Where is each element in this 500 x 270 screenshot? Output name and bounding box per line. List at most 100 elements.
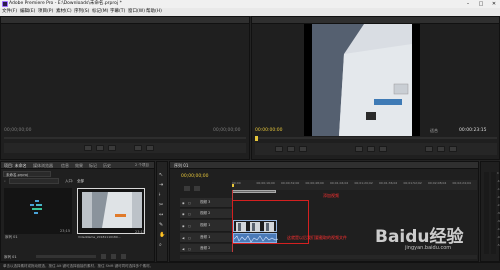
menu-sequence[interactable]: 序列(S) (73, 8, 90, 16)
program-scrub-bar[interactable] (255, 137, 497, 139)
menu-project[interactable]: 项目(P) (37, 8, 54, 16)
lock-icon[interactable]: ▢ (188, 212, 191, 216)
program-export-frame-button[interactable] (449, 146, 457, 152)
slip-tool-icon[interactable]: ↔ (159, 212, 166, 218)
menu-file[interactable]: 文件(F) (1, 8, 18, 16)
search-icon[interactable]: ⌕ (4, 179, 6, 183)
tab-project[interactable]: 项目: 未命名 (2, 163, 29, 169)
menu-marker[interactable]: 标记(M) (91, 8, 109, 16)
ripple-edit-tool-icon[interactable]: ⟊ (159, 192, 166, 198)
source-insert-button[interactable] (134, 145, 142, 151)
lock-icon[interactable]: ▢ (188, 247, 191, 251)
program-step-forward-button[interactable] (379, 146, 387, 152)
minimize-button[interactable]: – (462, 0, 474, 8)
sequence-icon (30, 200, 42, 214)
in-label: 入口: (65, 179, 74, 183)
sequence-duration: 23;15 (60, 229, 71, 233)
zoom-tool-icon[interactable]: ⌕ (159, 242, 166, 248)
menu-clip[interactable]: 素材(C) (55, 8, 73, 16)
video-frame-image (312, 24, 412, 136)
menu-bar: 文件(F) 编辑(E) 项目(P) 素材(C) 序列(S) 标记(M) 字幕(T… (0, 8, 500, 16)
tab-sequence-01[interactable]: 序列 01 (172, 163, 190, 169)
program-timecode-in: 00:00:00:00 (255, 128, 283, 133)
project-item-sequence[interactable]: 23;15 (4, 188, 72, 234)
trash-icon[interactable] (121, 254, 126, 259)
track-video-2-header: ◉ ▢ 视频 2 (180, 209, 232, 219)
program-monitor-panel: 00:00:00:00 适合 00:00:23:15 (251, 16, 500, 160)
ruler-tick-label: 00;02;24;04 (452, 181, 471, 185)
program-extract-button[interactable] (437, 146, 445, 152)
track-video-3-header: ◉ ▢ 视频 3 (180, 198, 232, 208)
track-name: 视频 3 (200, 200, 211, 204)
tab-markers[interactable]: 标记 (87, 163, 99, 169)
baidu-watermark: Baidu经验 jingyan.baidu.com (375, 218, 470, 258)
ruler-tick-label: 00;01;04;02 (330, 181, 349, 185)
tab-effects[interactable]: 效果 (73, 163, 85, 169)
program-play-button[interactable] (367, 146, 375, 152)
status-bar: 单击以选择素材或拖动框选，按住 Alt 键可选择链接的素材，按住 Shift 键… (0, 262, 500, 270)
tab-info[interactable]: 信息 (59, 163, 71, 169)
program-mark-out-button[interactable] (299, 146, 307, 152)
sequence-item-name: 序列 01 (5, 235, 18, 239)
new-item-icon[interactable] (111, 254, 116, 259)
menu-help[interactable]: 帮助(H) (145, 8, 163, 16)
zoom-slider[interactable] (36, 255, 96, 258)
eye-icon[interactable]: ◉ (182, 224, 185, 228)
razor-tool-icon[interactable]: ✂ (159, 202, 166, 208)
ruler-tick-label: 00;01;20;02 (354, 181, 373, 185)
source-overwrite-button[interactable] (146, 145, 154, 151)
meter-scale-label: 0 (497, 172, 499, 175)
tab-history[interactable]: 历史 (101, 163, 113, 169)
work-area-bar[interactable] (232, 190, 276, 193)
selection-tool-icon[interactable]: ↖ (159, 172, 166, 178)
search-input[interactable] (9, 178, 59, 184)
source-play-button[interactable] (96, 145, 104, 151)
eye-icon[interactable]: ◉ (182, 201, 185, 205)
program-fit-dropdown[interactable]: 适合 (430, 128, 438, 134)
timeline-timecode: 00;00;00;00 (181, 174, 209, 179)
tab-media-browser[interactable]: 媒体浏览器 (31, 163, 55, 169)
track-name: 音频 1 (200, 235, 211, 239)
annotation-clip-note: 这就是以后我们要截取的视频文件 (287, 235, 347, 240)
program-playhead[interactable] (255, 136, 258, 141)
program-monitor-header (252, 17, 499, 24)
menu-title[interactable]: 字幕(T) (109, 8, 126, 16)
video-duration: 23;15 (135, 230, 146, 234)
watermark-brand: Baidu经验 (375, 227, 464, 247)
timeline-ruler[interactable]: 00;00 00;00;16;00 00;00;32;00 00;00;48;00 00… (232, 180, 477, 190)
lock-icon[interactable]: ▢ (188, 236, 191, 240)
lock-icon[interactable]: ▢ (188, 224, 191, 228)
track-select-tool-icon[interactable]: ⇥ (159, 182, 166, 188)
hand-tool-icon[interactable]: ✋ (159, 232, 166, 238)
source-scrub-bar[interactable] (4, 137, 246, 139)
program-lift-button[interactable] (425, 146, 433, 152)
speaker-icon[interactable]: ◀ (182, 236, 184, 240)
program-marker-button[interactable] (275, 146, 283, 152)
new-bin-icon[interactable] (101, 254, 106, 259)
maximize-button[interactable]: □ (475, 0, 487, 8)
program-mark-in-button[interactable] (287, 146, 295, 152)
audio-meter-panel: 0-6-12-18-24-30-36-42-48-54 (480, 161, 500, 262)
source-transport-bar (4, 143, 246, 153)
snap-toggle-icon[interactable] (184, 186, 190, 191)
close-button[interactable]: ✕ (488, 0, 500, 8)
lock-icon[interactable]: ▢ (188, 201, 191, 205)
source-monitor-header (1, 17, 249, 24)
speaker-icon[interactable]: ◀ (182, 247, 184, 251)
project-item-video[interactable]: 23;15 (77, 188, 145, 234)
program-step-back-button[interactable] (355, 146, 363, 152)
source-step-back-button[interactable] (84, 145, 92, 151)
program-transport-bar (255, 143, 497, 155)
eye-icon[interactable]: ◉ (182, 212, 185, 216)
source-step-forward-button[interactable] (108, 145, 116, 151)
playhead-marker[interactable] (232, 184, 234, 187)
in-dropdown[interactable]: 全部 (77, 179, 84, 184)
pen-tool-icon[interactable]: ✎ (159, 222, 166, 228)
meter-right-channel (491, 172, 496, 254)
source-timecode-left: 00;00;00;00 (4, 128, 32, 133)
menu-window[interactable]: 窗口(W) (127, 8, 146, 16)
ruler-tick-label: 00;00;16;00 (256, 181, 275, 185)
menu-edit[interactable]: 编辑(E) (19, 8, 36, 16)
add-marker-icon[interactable] (194, 186, 200, 191)
source-monitor-panel: 00;00;00;00 00;00;00;00 (0, 16, 250, 160)
